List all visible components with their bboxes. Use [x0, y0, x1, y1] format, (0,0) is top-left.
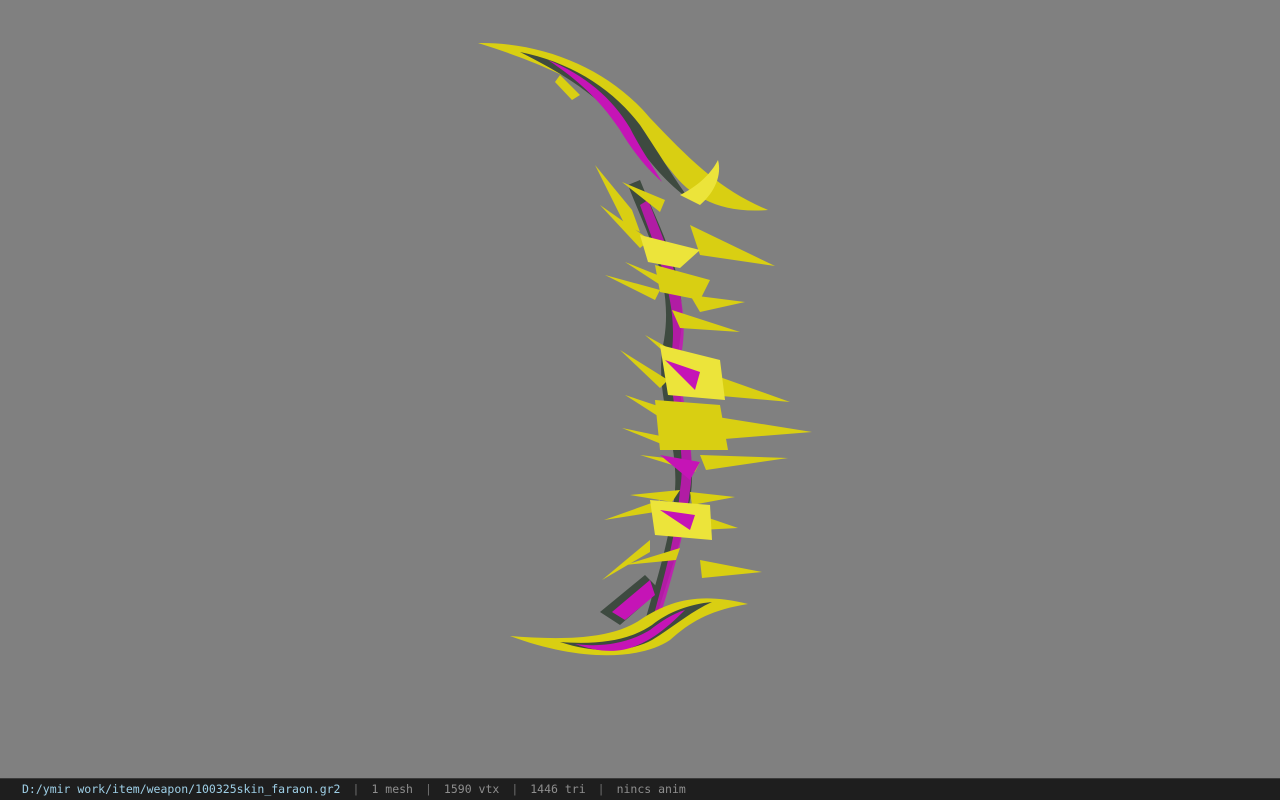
separator: | [352, 782, 360, 796]
status-bar: D:/ymir work/item/weapon/100325skin_fara… [0, 778, 1280, 800]
lower-blade [510, 575, 748, 656]
file-path: D:/ymir work/item/weapon/100325skin_fara… [22, 782, 341, 796]
weapon-model [478, 42, 812, 656]
upper-blade [478, 42, 768, 211]
spikes-middle [620, 335, 812, 480]
spikes-upper [595, 165, 775, 332]
3d-viewport[interactable] [0, 0, 1280, 778]
separator: | [511, 782, 519, 796]
animation-status: nincs anim [616, 782, 686, 796]
vertex-count: 1590 vtx [443, 782, 500, 796]
triangle-count: 1446 tri [530, 782, 586, 796]
spikes-lower [602, 490, 762, 580]
mesh-count: 1 mesh [371, 782, 413, 796]
separator: | [597, 782, 605, 796]
separator: | [424, 782, 432, 796]
